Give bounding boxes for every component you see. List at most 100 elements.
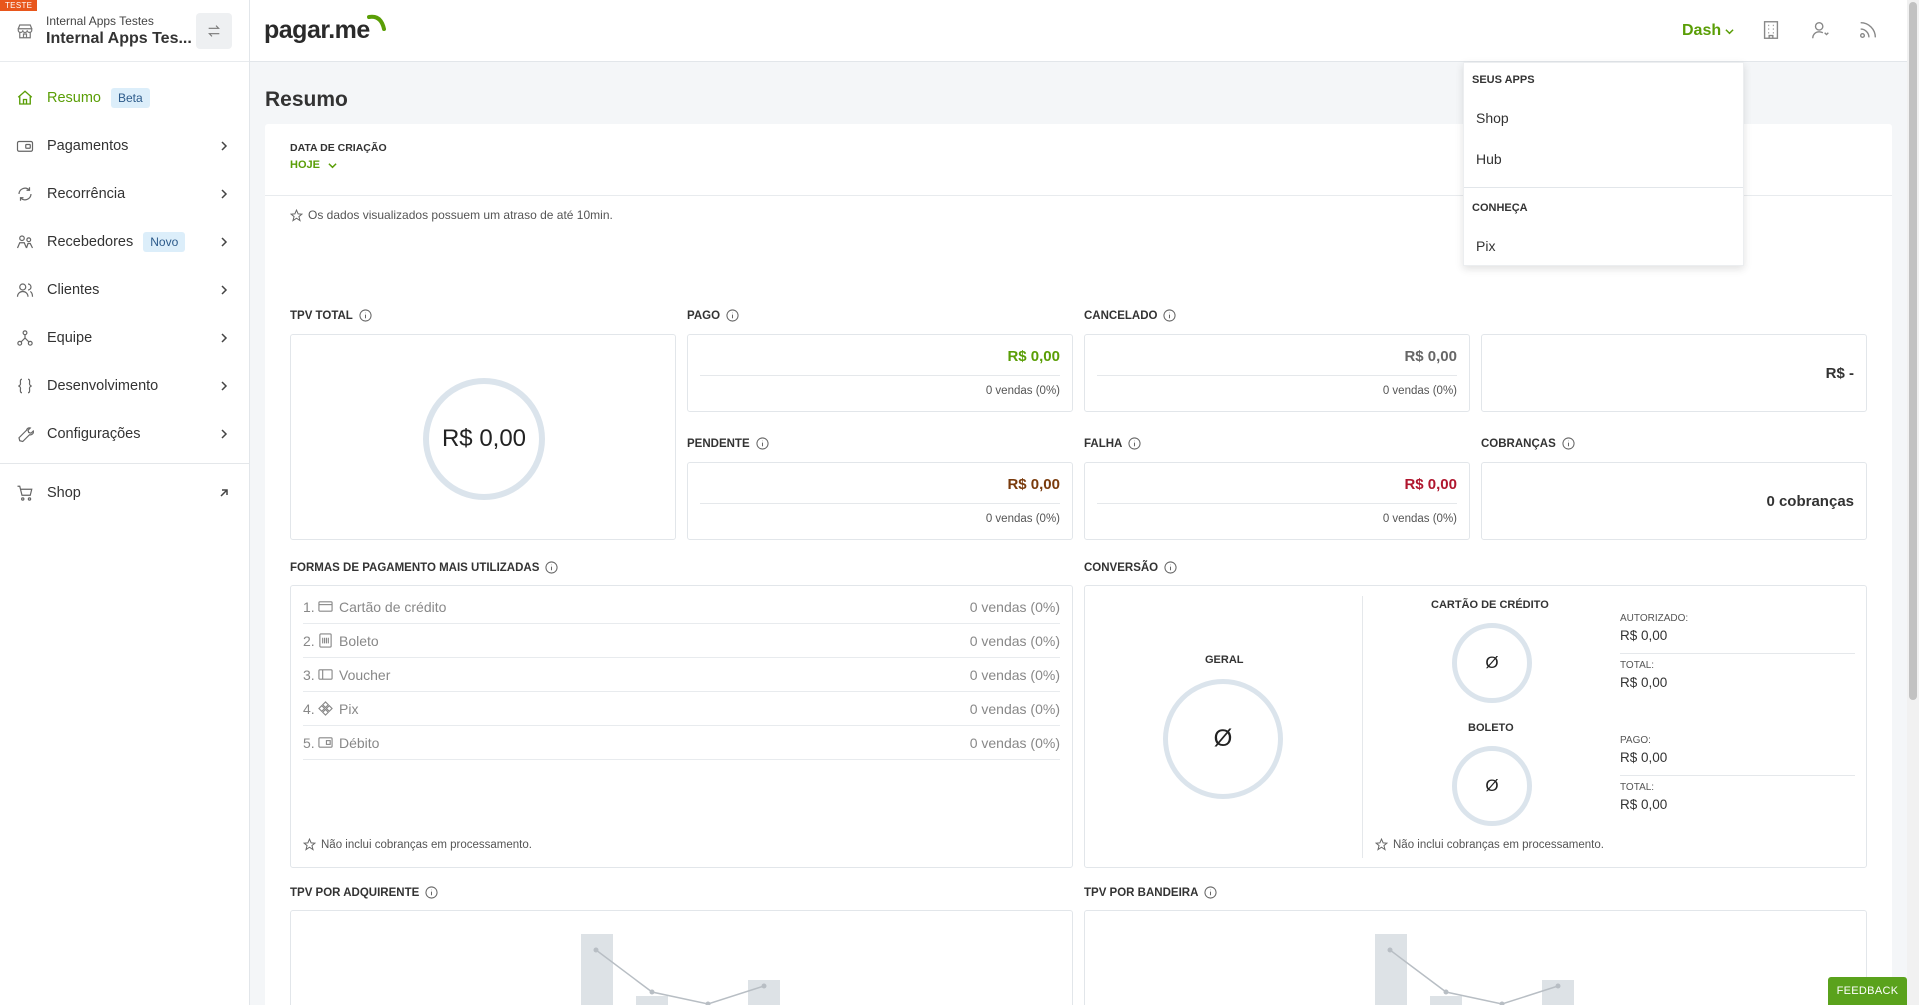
section-label: COBRANÇAS — [1481, 437, 1556, 450]
code-braces-icon — [18, 378, 32, 394]
info-icon[interactable] — [1164, 561, 1177, 574]
cobrancas-label: COBRANÇAS — [1481, 437, 1575, 450]
tpv-bandeira-label: TPV POR BANDEIRA — [1084, 886, 1217, 899]
empty-chart-placeholder-icon — [581, 934, 780, 1005]
section-label: TPV TOTAL — [290, 309, 353, 322]
divider — [700, 503, 1060, 504]
cancelado-label: CANCELADO — [1084, 309, 1177, 322]
external-link-icon — [220, 489, 228, 497]
debit-card-icon — [318, 737, 333, 748]
sidebar-item-recorrencia[interactable]: Recorrência — [0, 170, 249, 218]
boleto-ring: Ø — [1452, 746, 1532, 826]
conversion-footnote: Não inclui cobranças em processamento. — [1375, 838, 1604, 851]
estornado-card: R$ - — [1481, 334, 1867, 412]
payment-method-sales: 0 vendas (0%) — [969, 666, 1060, 683]
info-icon[interactable] — [756, 437, 769, 450]
home-icon — [17, 90, 33, 105]
chevron-right-icon — [221, 141, 228, 151]
logo-text: pagar.me — [264, 16, 370, 44]
novo-badge: Novo — [143, 232, 186, 252]
chevron-right-icon — [221, 285, 228, 295]
tpv-bandeira-card — [1084, 910, 1867, 1005]
star-icon — [1375, 838, 1388, 851]
list-item: 2. Boleto 0 vendas (0%) — [303, 624, 1060, 658]
boleto-title: BOLETO — [1468, 722, 1514, 734]
pago-conv-label: PAGO: — [1620, 735, 1651, 746]
credit-title: CARTÃO DE CRÉDITO — [1431, 599, 1549, 611]
dropdown-item-shop[interactable]: Shop — [1476, 110, 1509, 126]
switch-account-button[interactable] — [196, 12, 232, 49]
list-item: 5. Débito 0 vendas (0%) — [303, 726, 1060, 760]
info-icon[interactable] — [359, 309, 372, 322]
dropdown-divider — [1464, 187, 1743, 188]
footnote-text: Não inclui cobranças em processamento. — [321, 838, 532, 851]
sidebar-item-equipe[interactable]: Equipe — [0, 314, 249, 362]
section-label: FALHA — [1084, 437, 1123, 450]
payment-method-name: Voucher — [339, 666, 391, 683]
total-label: TOTAL: — [1620, 782, 1655, 793]
falha-label: FALHA — [1084, 437, 1141, 450]
info-icon[interactable] — [425, 886, 438, 899]
broadcast-icon[interactable] — [1857, 19, 1879, 41]
cart-icon — [17, 485, 33, 501]
sidebar-item-configuracoes[interactable]: Configurações — [0, 410, 249, 458]
sidebar-item-label: Recebedores — [47, 234, 134, 250]
tpv-total-value: R$ 0,00 — [441, 425, 527, 452]
chevron-down-icon — [1725, 28, 1734, 34]
info-icon[interactable] — [1128, 437, 1141, 450]
section-label: FORMAS DE PAGAMENTO MAIS UTILIZADAS — [290, 561, 540, 574]
payment-method-sales: 0 vendas (0%) — [969, 734, 1060, 751]
section-label: TPV POR ADQUIRENTE — [290, 886, 420, 899]
user-menu-icon[interactable] — [1810, 19, 1832, 41]
empty-chart-placeholder-icon — [1375, 934, 1574, 1005]
sidebar-item-recebedores[interactable]: Recebedores Novo — [0, 218, 249, 266]
star-icon — [290, 208, 303, 222]
sidebar-item-label: Desenvolvimento — [47, 378, 159, 394]
account-switcher[interactable]: TESTE Internal Apps Testes Internal Apps… — [0, 0, 249, 62]
divider — [1097, 503, 1457, 504]
sidebar-item-clientes[interactable]: Clientes — [0, 266, 249, 314]
sidebar-item-label: Equipe — [47, 330, 93, 346]
section-label: PAGO — [687, 309, 721, 322]
divider — [1362, 596, 1363, 858]
feedback-button[interactable]: FEEDBACK — [1828, 977, 1907, 1005]
dash-menu-button[interactable]: Dash — [1682, 22, 1734, 40]
payment-methods-label: FORMAS DE PAGAMENTO MAIS UTILIZADAS — [290, 561, 558, 574]
info-icon[interactable] — [1562, 437, 1575, 450]
sidebar-item-desenvolvimento[interactable]: Desenvolvimento — [0, 362, 249, 410]
cancelado-card: R$ 0,00 0 vendas (0%) — [1084, 334, 1470, 412]
autorizado-label: AUTORIZADO: — [1620, 613, 1689, 624]
section-label: CANCELADO — [1084, 309, 1158, 322]
pendente-label: PENDENTE — [687, 437, 769, 450]
pago-conv-value: R$ 0,00 — [1620, 750, 1668, 765]
wrench-icon — [18, 427, 34, 443]
tpv-adquirente-card — [290, 910, 1073, 1005]
sidebar-item-shop[interactable]: Shop — [0, 469, 249, 517]
pendente-card: R$ 0,00 0 vendas (0%) — [687, 462, 1073, 540]
rank-number: 4. — [303, 700, 315, 717]
sidebar-item-label: Configurações — [47, 426, 141, 442]
sidebar-item-resumo[interactable]: Resumo Beta — [0, 74, 249, 122]
chevron-right-icon — [221, 381, 228, 391]
divider — [1097, 375, 1457, 376]
info-icon[interactable] — [726, 309, 739, 322]
delay-note-text: Os dados visualizados possuem um atraso … — [308, 208, 613, 222]
info-icon[interactable] — [1204, 886, 1217, 899]
geral-ring: Ø — [1163, 679, 1283, 799]
info-icon[interactable] — [1163, 309, 1177, 322]
section-label: TPV POR BANDEIRA — [1084, 886, 1199, 899]
sidebar-item-label: Pagamentos — [47, 138, 129, 154]
building-icon[interactable] — [1760, 19, 1782, 41]
page-scrollbar[interactable] — [1907, 0, 1919, 1005]
credit-card-icon — [318, 601, 333, 612]
footnote-text: Não inclui cobranças em processamento. — [1393, 838, 1604, 851]
scrollbar-thumb[interactable] — [1909, 2, 1917, 700]
sidebar-item-label: Shop — [47, 485, 81, 501]
pagarme-logo[interactable]: pagar.me — [264, 13, 387, 45]
info-icon[interactable] — [545, 561, 558, 574]
tpv-adquirente-label: TPV POR ADQUIRENTE — [290, 886, 438, 899]
sidebar-item-pagamentos[interactable]: Pagamentos — [0, 122, 249, 170]
dropdown-item-hub[interactable]: Hub — [1476, 151, 1502, 167]
dropdown-item-pix[interactable]: Pix — [1476, 238, 1495, 254]
account-subtitle: Internal Apps Testes — [46, 13, 154, 28]
